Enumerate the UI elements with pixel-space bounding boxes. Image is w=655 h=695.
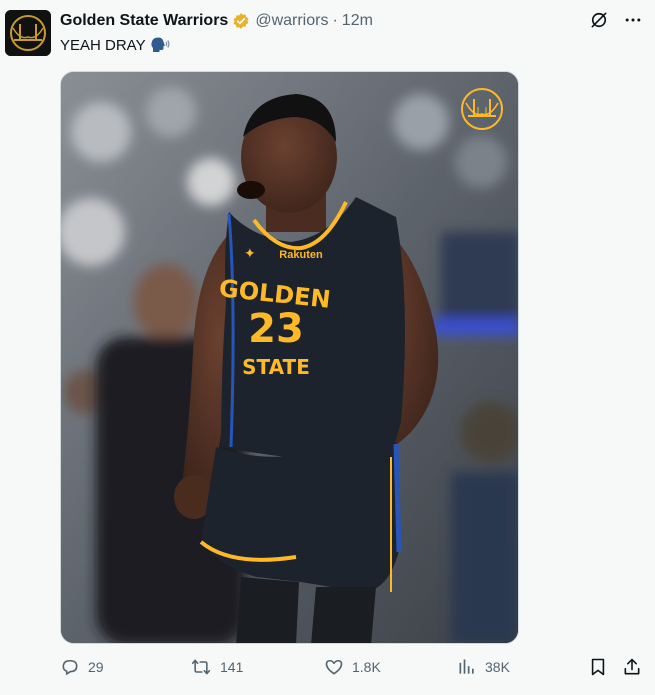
tweet-text: YEAH DRAY [60,36,170,54]
share-icon [624,658,640,675]
handle[interactable]: @warriors [255,12,328,30]
action-bar: 29 141 1.8K 38K [0,657,655,685]
tweet-media-image[interactable]: Rakuten GOLDEN 23 STATE ✦ [60,71,519,644]
separator-dot: · [332,12,338,29]
like-button[interactable]: 1.8K [324,657,381,677]
jersey-number: 23 [248,306,304,352]
reply-button[interactable]: 29 [60,657,104,677]
more-options-icon[interactable] [623,10,643,30]
bookmark-icon [591,658,605,676]
speaking-head-icon [150,36,170,54]
verified-badge-icon[interactable] [232,12,250,30]
tweet-header: Golden State Warriors @warriors · 12m [60,12,373,30]
analytics-icon [459,659,474,674]
retweet-count: 141 [220,659,244,675]
reply-icon [62,659,78,675]
grok-icon[interactable] [589,10,609,30]
top-actions [589,10,643,30]
timestamp[interactable]: 12m [342,12,373,30]
reply-count: 29 [88,659,104,675]
retweet-icon [191,659,211,675]
warriors-bridge-logo-icon [5,10,51,56]
heart-icon [325,659,343,675]
tweet-text-content: YEAH DRAY [60,36,146,54]
tweet: Golden State Warriors @warriors · 12m YE… [0,0,655,695]
view-count: 38K [485,659,510,675]
share-button[interactable] [622,657,642,677]
views-button[interactable]: 38K [457,657,510,677]
retweet-button[interactable]: 141 [190,657,243,677]
avatar[interactable] [5,10,51,56]
like-count: 1.8K [352,659,381,675]
jersey-sponsor: Rakuten [279,249,323,261]
warriors-bridge-logo-icon [460,87,504,131]
bookmark-button[interactable] [588,657,608,677]
player-photo: Rakuten GOLDEN 23 STATE ✦ [61,72,518,643]
jersey-line-2: STATE [242,355,310,379]
jumpman-logo-icon: ✦ [244,245,256,261]
display-name[interactable]: Golden State Warriors [60,12,228,30]
